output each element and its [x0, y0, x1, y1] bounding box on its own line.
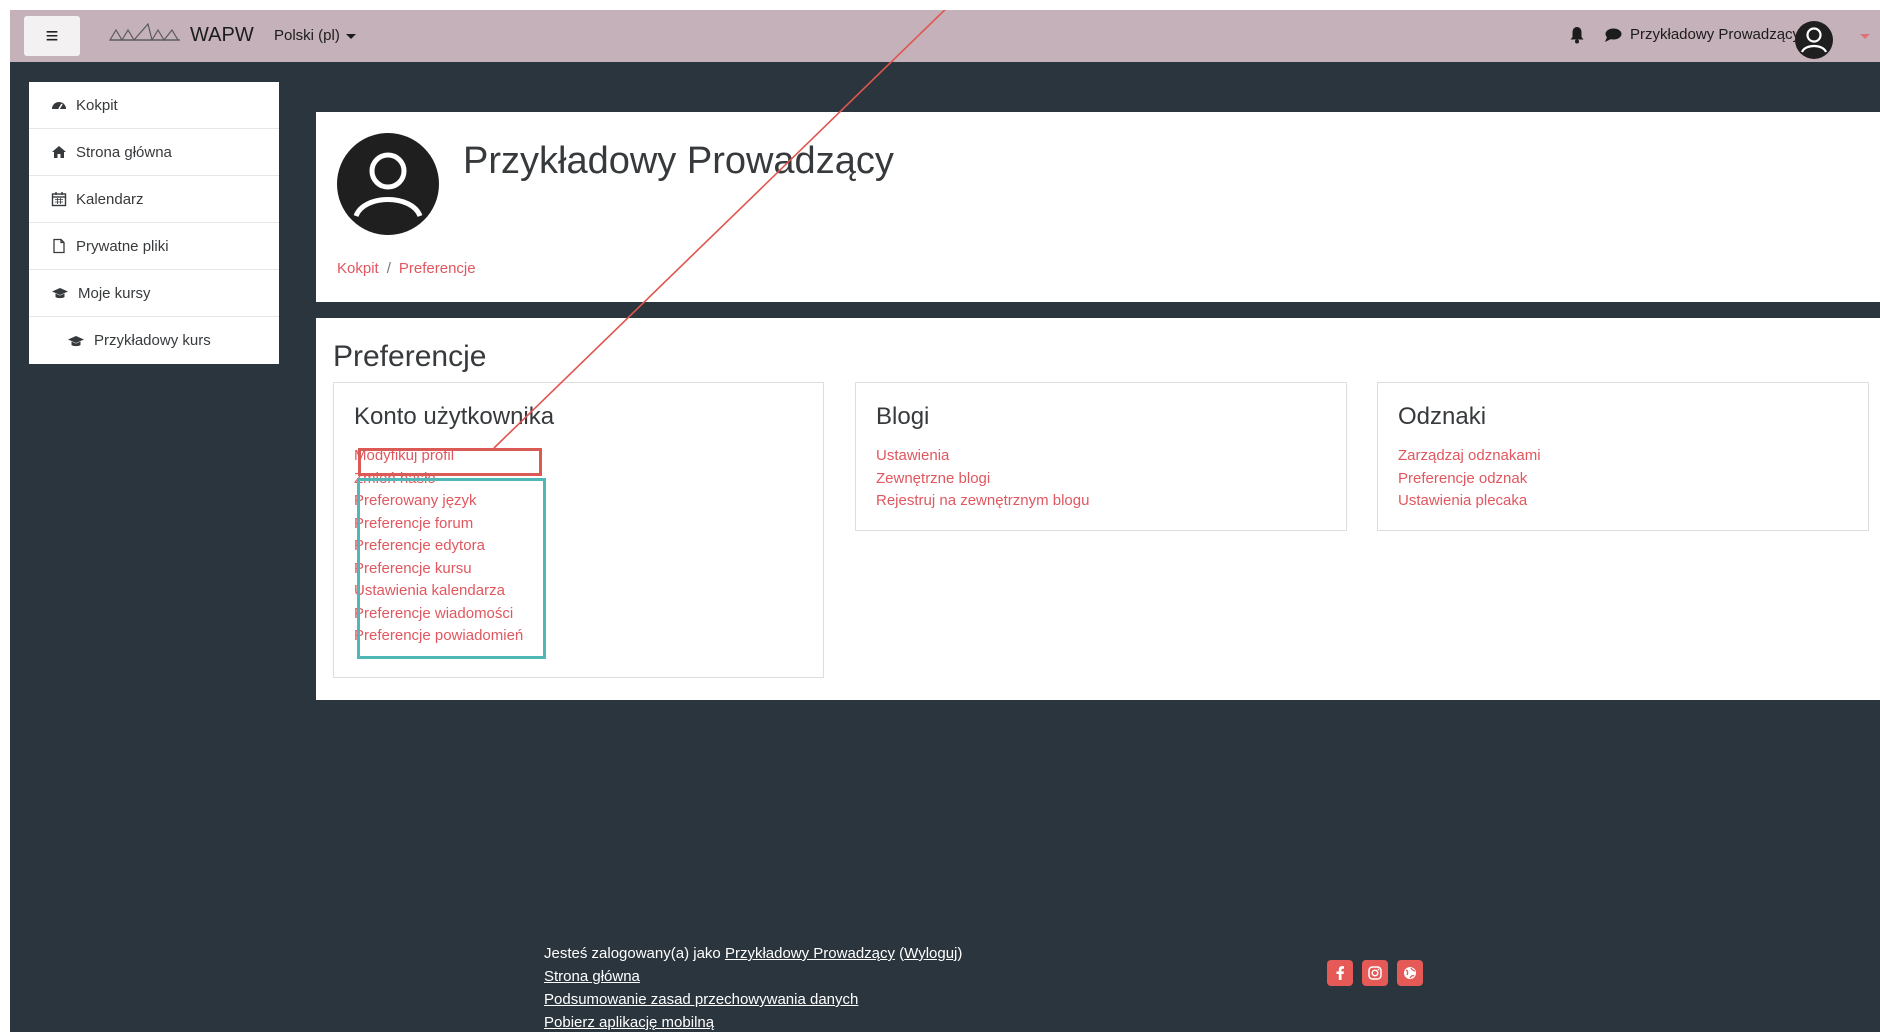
page-footer: Jesteś zalogowany(a) jako Przykładowy Pr… — [544, 942, 962, 1032]
footer-user-link[interactable]: Przykładowy Prowadzący — [725, 945, 895, 962]
instagram-icon[interactable] — [1362, 960, 1388, 986]
annotation-arrow — [493, 10, 946, 449]
data-retention-summary-link[interactable]: Podsumowanie zasad przechowywania danych — [544, 991, 858, 1008]
facebook-icon[interactable] — [1327, 960, 1353, 986]
footer-home-link[interactable]: Strona główna — [544, 968, 640, 985]
mobile-app-link[interactable]: Pobierz aplikację mobilną — [544, 1014, 714, 1031]
logout-link[interactable]: Wyloguj — [904, 945, 957, 962]
globe-icon[interactable] — [1397, 960, 1423, 986]
login-info-text: Jesteś zalogowany(a) jako — [544, 945, 721, 962]
app-window: ≡ WAPW Polski ‎(pl)‎ Przykładowy Prowadz… — [10, 10, 1880, 1032]
login-info: Jesteś zalogowany(a) jako Przykładowy Pr… — [544, 945, 963, 962]
